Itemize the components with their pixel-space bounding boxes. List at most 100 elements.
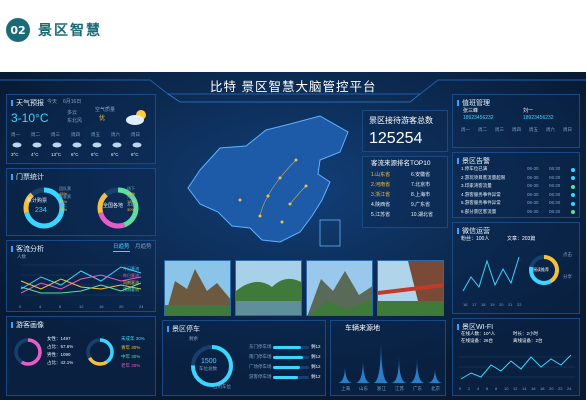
dashboard-screen: 比特 景区智慧大脑管控平台 天气预报 今天 6月16日 3-10°C 多云 东北… [0,72,586,400]
visitor-legend-item: 昨日客流 [123,273,139,278]
wifi-x-tick: 2 [468,386,471,391]
parking-lot-value: 剩12 [311,364,321,369]
vehicle-x-label: 浙江 [377,386,386,391]
top10-item: 7.北京市 [411,182,431,188]
visitor-x-tick: 24 [139,304,144,309]
visitor-analysis-title: 客流分析 [11,244,44,254]
weather-title: 天气预报 [11,98,44,108]
parking-remain-label: 剩余 [189,336,198,341]
duty-day-label: 周二 [478,127,487,132]
weather-day-label: 周四 [71,132,80,137]
wifi-x-tick: 14 [522,386,527,391]
wifi-x-tick: 16 [531,386,536,391]
parking-lot-bar [273,366,309,369]
duty-person-2: 刘一 [523,108,534,114]
alert-date: 06-30 [527,166,539,171]
ticket-legend-value: 30% [127,207,136,212]
wechat-ring-label: 阅读推荐 [533,267,549,272]
alert-date: 06-30 [527,183,539,188]
weather-day-temp: 13°C [51,152,62,157]
visitor-x-tick: 20 [119,304,124,309]
parking-gauge-label: 车位总数 [199,366,217,371]
alert-time: 06:30 [549,208,561,214]
portrait-stat: 占比：42.1% [47,360,74,365]
scenic-photo-4[interactable] [377,260,444,316]
scenic-photo-1[interactable] [164,260,231,316]
alerts-panel: 景区告警 1.停车位已满 06-30 06:30 2.游玩项目客流量超限 06-30 06… [452,152,580,218]
wifi-x-tick: 24 [567,386,572,391]
tickets-right-label: 全国各地 [103,203,124,209]
duty-phone-2: 18923456232 [523,115,554,121]
parking-gauge-value: 1500 [201,358,217,365]
section-header: 02 景区智慧 [0,0,586,72]
weather-temp: 3-10°C [11,111,49,125]
wechat-x-tick: 18 [481,302,486,307]
top10-item: 5.江苏省 [371,212,391,218]
parking-lot-value: 剩12 [311,354,321,359]
vehicle-peak [409,357,425,383]
weather-day-icon [132,142,142,148]
parking-lot-bar [273,346,309,349]
parking-lot-value: 剩12 [311,344,321,349]
top10-item: 10.湖北省 [411,212,433,218]
tickets-title: 门票统计 [11,172,44,182]
weather-day-icon [52,142,62,148]
parking-lot-bar-fill [273,376,299,379]
wifi-x-tick: 8 [495,386,498,391]
top10-item: 9.广东省 [411,202,431,208]
top10-title: 客流来源排名TOP10 [371,160,431,167]
alert-text: 1.停车位已满 [461,166,488,171]
vehicle-peak-chart [337,339,443,383]
wifi-time: 时长：2小时 [513,331,539,336]
top10-panel: 客流来源排名TOP10 1.山东省 2.河南省 3.浙江省 4.陕西省 5.江苏省 6.安… [362,156,448,228]
dashboard-title: 比特 景区智慧大脑管控平台 [210,80,377,94]
portrait-stat: 女性：1497 [47,336,71,341]
portrait-stat: 占比：57.6% [47,344,74,349]
scenic-photo-2[interactable] [235,260,302,316]
duty-title: 值班管理 [457,98,490,108]
alert-date: 06-30 [527,208,539,214]
vehicle-peak [355,358,371,383]
tab-day-trend[interactable]: 日趋势 [113,244,130,252]
duty-day-label: 周三 [495,127,504,132]
age-label: 中年 30% [121,354,141,359]
wechat-side-1: 点击 [563,252,572,257]
alert-date: 06-30 [527,174,539,180]
duty-day-label: 周四 [512,127,521,132]
vehicle-peak [337,365,353,383]
alert-text: 3.印家湾客流量 [461,183,492,188]
scenic-photo-3[interactable] [306,260,373,316]
parking-lot-bar-fill [273,366,301,369]
weather-day-icon [112,142,122,148]
alert-time: 06:30 [549,200,561,205]
weather-aqi-value: 优 [99,116,106,122]
weather-date: 6月16日 [63,99,82,105]
age-label: 未成年 30% [121,336,145,341]
top10-item: 1.山东省 [371,172,391,178]
age-ring [86,338,114,366]
portrait-title: 游客画像 [11,320,44,330]
visitor-x-tick: 0 [19,304,22,309]
alert-status-dot [571,167,575,172]
weather-day-icon [12,142,22,148]
top10-item: 2.河南省 [371,182,391,188]
visitor-x-tick: 12 [79,304,84,309]
weather-day-temp: 6°C [71,152,79,157]
tab-month-trend[interactable]: 月趋势 [135,244,152,251]
top10-item: 6.安徽省 [411,172,431,178]
ticket-legend-value: 23% [59,207,68,212]
weather-day-icon [72,142,82,148]
visitor-x-tick: 4 [39,304,42,309]
alert-time: 06:30 [549,166,561,171]
parking-lot-bar [273,356,309,359]
wifi-x-tick: 12 [513,386,518,391]
visitor-legend-item: 预测客流 [123,287,139,292]
wifi-x-tick: 0 [459,386,462,391]
visitor-legend-item: 今日客流 [123,266,139,271]
duty-day-label: 周日 [563,127,572,132]
china-map[interactable] [170,108,360,256]
vehicle-x-label: 山东 [359,386,368,391]
section-title: 景区智慧 [38,23,102,39]
wifi-online: 在线人数：10^人 [461,331,496,336]
alert-status-dot [571,201,575,206]
